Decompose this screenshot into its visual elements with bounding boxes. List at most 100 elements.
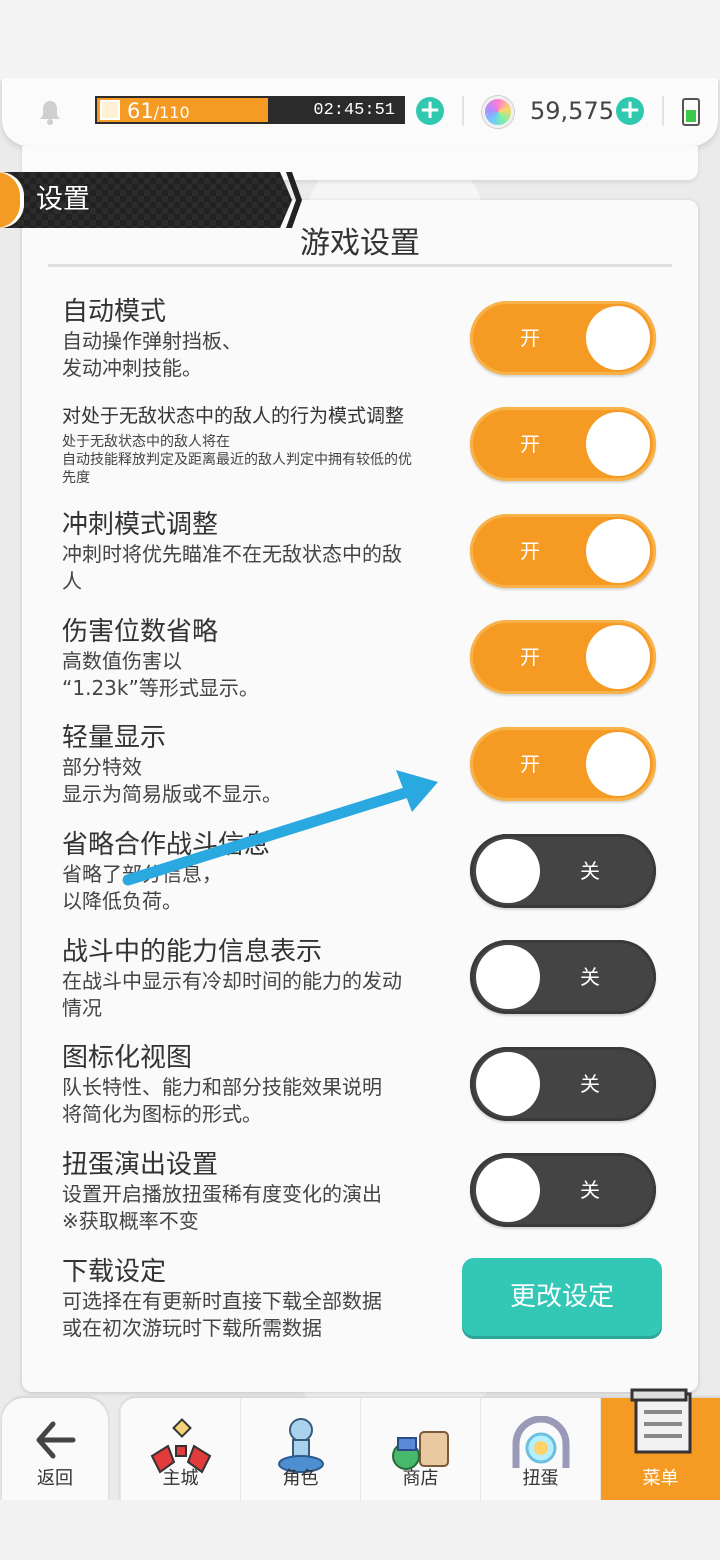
setting-title: 轻量显示 [62, 723, 167, 753]
toggle-invincible-enemy-behavior[interactable]: 开 [470, 407, 656, 481]
tab-characters[interactable]: 角色 [240, 1398, 360, 1500]
change-settings-button[interactable]: 更改设定 [462, 1258, 662, 1336]
setting-download: 下载设定 可选择在有更新时直接下载全部数据 或在初次游玩时下载所需数据 [62, 1256, 462, 1342]
setting-desc: 省略了部分信息， [62, 862, 222, 886]
stamina-timer: 02:45:51 [313, 101, 395, 120]
setting-desc: 处于无敌状态中的敌人将在 [62, 434, 230, 450]
setting-desc: 先度 [62, 470, 90, 486]
setting-desc: “1.23k”等形式显示。 [62, 676, 259, 700]
tab-label: 商店 [402, 1468, 439, 1489]
setting-desc: 将简化为图标的形式。 [62, 1102, 262, 1126]
setting-desc: 自动操作弹射挡板、 [62, 329, 242, 353]
setting-lightweight-display: 轻量显示 部分特效 显示为简易版或不显示。 [62, 722, 462, 808]
toggle-label: 开 [520, 539, 540, 563]
setting-title: 对处于无敌状态中的敌人的行为模式调整 [62, 405, 405, 427]
tab-menu[interactable]: 菜单 [600, 1388, 720, 1500]
toggle-icon-view[interactable]: 关 [470, 1047, 656, 1121]
tab-label: 扭蛋 [522, 1468, 559, 1489]
toggle-lightweight-display[interactable]: 开 [470, 727, 656, 801]
battery-icon [682, 98, 700, 126]
toggle-knob [586, 732, 650, 796]
setting-title: 冲刺模式调整 [62, 510, 219, 540]
setting-title: 自动模式 [62, 297, 167, 327]
panel-title: 游戏设置 [300, 226, 420, 261]
toggle-knob [586, 412, 650, 476]
setting-title: 下载设定 [62, 1257, 167, 1287]
setting-damage-digits: 伤害位数省略 高数值伤害以 “1.23k”等形式显示。 [62, 616, 462, 702]
toggle-knob [476, 1158, 540, 1222]
setting-coop-info: 省略合作战斗信息 省略了部分信息， 以降低负荷。 [62, 829, 462, 915]
setting-desc: 人 [62, 569, 82, 593]
tab-label: 主城 [162, 1468, 199, 1489]
panel-divider [48, 264, 672, 267]
stamina-bar: 61/110 02:45:51 [95, 96, 405, 124]
resource-status-bar: 61/110 02:45:51 + 59,575 + [2, 78, 718, 146]
add-stamina-button[interactable]: + [416, 97, 444, 125]
setting-title: 图标化视图 [62, 1043, 193, 1073]
toggle-knob [476, 1052, 540, 1116]
tab-gacha[interactable]: 扭蛋 [480, 1398, 600, 1500]
toggle-knob [476, 945, 540, 1009]
setting-desc: 情况 [62, 996, 102, 1020]
gem-count: 59,575 [530, 97, 614, 125]
toggle-label: 关 [580, 1178, 600, 1202]
tab-shop[interactable]: 商店 [360, 1398, 480, 1500]
toggle-knob [586, 625, 650, 689]
setting-desc: 高数值伤害以 [62, 649, 182, 673]
system-nav-area [0, 1500, 720, 1560]
tab-home[interactable]: 主城 [120, 1398, 240, 1500]
toggle-damage-digits[interactable]: 开 [470, 620, 656, 694]
setting-desc: 冲刺时将优先瞄准不在无敌状态中的敌 [62, 542, 402, 566]
setting-desc: ※获取概率不变 [62, 1209, 199, 1233]
back-arrow-icon [36, 1421, 76, 1459]
setting-title: 省略合作战斗信息 [62, 830, 271, 860]
tab-label: 菜单 [642, 1468, 679, 1489]
setting-desc: 或在初次游玩时下载所需数据 [62, 1316, 322, 1340]
back-button[interactable]: 返回 [2, 1398, 108, 1500]
toggle-label: 开 [520, 326, 540, 350]
setting-desc: 显示为简易版或不显示。 [62, 782, 282, 806]
toggle-gacha-animation[interactable]: 关 [470, 1153, 656, 1227]
setting-desc: 以降低负荷。 [62, 889, 182, 913]
setting-auto-mode: 自动模式 自动操作弹射挡板、 发动冲刺技能。 [62, 296, 462, 382]
status-divider [662, 96, 664, 126]
setting-desc: 设置开启播放扭蛋稀有度变化的演出 [62, 1182, 382, 1206]
nav-tab-bar: 主城 角色 商店 扭蛋 菜单 [120, 1388, 720, 1500]
menu-list-icon [630, 1388, 691, 1454]
setting-desc: 部分特效 [62, 755, 142, 779]
lightning-bolt-icon [100, 100, 120, 120]
toggle-auto-mode[interactable]: 开 [470, 301, 656, 375]
toggle-coop-info[interactable]: 关 [470, 834, 656, 908]
setting-desc: 可选择在有更新时直接下载全部数据 [62, 1289, 382, 1313]
setting-title: 战斗中的能力信息表示 [62, 937, 323, 967]
toggle-label: 开 [520, 432, 540, 456]
stamina-max: /110 [153, 103, 190, 122]
setting-title: 伤害位数省略 [62, 617, 219, 647]
setting-icon-view: 图标化视图 队长特性、能力和部分技能效果说明 将简化为图标的形式。 [62, 1042, 462, 1128]
toggle-label: 关 [580, 859, 600, 883]
setting-desc: 队长特性、能力和部分技能效果说明 [62, 1075, 382, 1099]
bottom-navigation: 返回 主城 角色 商店 扭蛋 菜单 [0, 1388, 720, 1502]
toggle-dash-mode[interactable]: 开 [470, 514, 656, 588]
status-divider [462, 96, 464, 126]
setting-desc: 发动冲刺技能。 [62, 356, 202, 380]
toggle-label: 开 [520, 752, 540, 776]
setting-desc: 在战斗中显示有冷却时间的能力的发动 [62, 969, 402, 993]
toggle-knob [476, 839, 540, 903]
toggle-ability-info[interactable]: 关 [470, 940, 656, 1014]
setting-ability-info: 战斗中的能力信息表示 在战斗中显示有冷却时间的能力的发动 情况 [62, 936, 462, 1022]
toggle-label: 关 [580, 965, 600, 989]
toggle-label: 关 [580, 1072, 600, 1096]
add-gems-button[interactable]: + [616, 97, 644, 125]
gem-icon [482, 96, 514, 128]
back-label: 返回 [37, 1468, 73, 1489]
setting-gacha-animation: 扭蛋演出设置 设置开启播放扭蛋稀有度变化的演出 ※获取概率不变 [62, 1149, 462, 1235]
toggle-label: 开 [520, 645, 540, 669]
top-system-area [0, 0, 720, 80]
toggle-knob [586, 519, 650, 583]
notification-bell-icon[interactable] [36, 98, 64, 126]
tab-label: 角色 [282, 1468, 319, 1489]
setting-invincible-enemy-behavior: 对处于无敌状态中的敌人的行为模式调整 处于无敌状态中的敌人将在 自动技能释放判定… [62, 403, 462, 487]
stamina-current: 61 [127, 99, 154, 123]
toggle-knob [586, 306, 650, 370]
